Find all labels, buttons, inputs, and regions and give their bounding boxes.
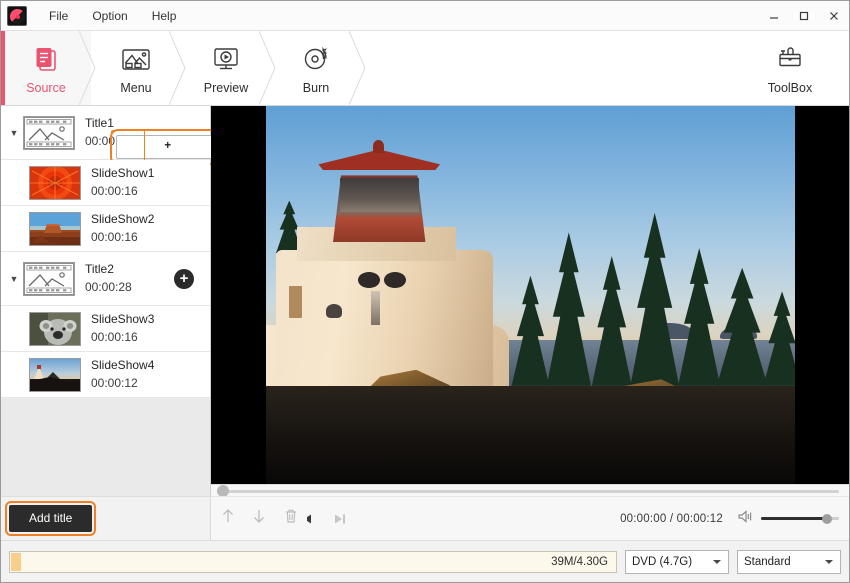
application-window: File Option Help bbox=[0, 0, 850, 583]
speaker-icon[interactable] bbox=[737, 509, 754, 529]
volume-slider-fill bbox=[761, 517, 827, 520]
volume-control[interactable] bbox=[737, 509, 839, 529]
source-sidebar: ▼ Title1 bbox=[1, 106, 211, 540]
title-bar: File Option Help bbox=[1, 1, 849, 31]
list-item-meta: SlideShow1 00:00:16 bbox=[91, 167, 154, 198]
trash-icon[interactable] bbox=[283, 507, 299, 530]
toolbox-icon bbox=[775, 42, 805, 75]
quality-value: Standard bbox=[744, 556, 791, 568]
list-item-slideshow3[interactable]: SlideShow3 00:00:16 bbox=[1, 306, 210, 352]
list-item-name: SlideShow2 bbox=[91, 213, 154, 226]
expand-caret-icon[interactable]: ▼ bbox=[5, 128, 23, 138]
ground-layer bbox=[266, 386, 795, 484]
menu-option[interactable]: Option bbox=[80, 5, 139, 27]
quality-select[interactable]: Standard bbox=[737, 550, 841, 574]
tab-menu[interactable]: Menu bbox=[91, 31, 181, 105]
tab-source[interactable]: Source bbox=[1, 31, 91, 105]
list-item-duration: 00:00:16 bbox=[91, 231, 154, 244]
lantern-glass bbox=[340, 178, 419, 212]
list-item-meta: SlideShow2 00:00:16 bbox=[91, 213, 154, 244]
disc-type-select[interactable]: DVD (4.7G) bbox=[625, 550, 729, 574]
tab-divider-icon bbox=[349, 31, 373, 105]
list-item-name: SlideShow4 bbox=[91, 359, 154, 372]
chevron-down-icon[interactable] bbox=[713, 560, 721, 564]
chevron-down-icon[interactable] bbox=[825, 560, 833, 564]
list-item-slideshow1[interactable]: SlideShow1 00:00:16 bbox=[1, 160, 210, 206]
ribbon-toolbar: Source Menu bbox=[1, 31, 849, 106]
ribbon-tabs: Source Menu bbox=[1, 31, 361, 105]
video-preview[interactable] bbox=[211, 106, 849, 484]
add-chapter-button[interactable]: + bbox=[116, 135, 220, 159]
tab-preview-label: Preview bbox=[204, 81, 248, 95]
tab-preview[interactable]: Preview bbox=[181, 31, 271, 105]
list-item-name: Title2 bbox=[85, 263, 132, 276]
list-item-title2[interactable]: ▼ Title2 bbox=[1, 252, 210, 306]
preview-scrubber[interactable] bbox=[211, 484, 849, 496]
list-item-name: SlideShow1 bbox=[91, 167, 154, 180]
film-placeholder-icon bbox=[23, 116, 75, 150]
disc-capacity-bar: 39M/4.30G bbox=[9, 551, 617, 573]
list-item-duration: 00:00:12 bbox=[91, 377, 154, 390]
monitor-play-icon bbox=[210, 41, 242, 75]
minimize-button[interactable] bbox=[759, 1, 789, 31]
close-button[interactable] bbox=[819, 1, 849, 31]
toolbox-label: ToolBox bbox=[768, 81, 812, 95]
thumbnail-lighthouse bbox=[29, 358, 81, 392]
app-logo-icon bbox=[7, 6, 27, 26]
add-title-button[interactable]: Add title bbox=[9, 505, 92, 532]
next-icon[interactable] bbox=[323, 504, 357, 534]
main-body: ▼ Title1 bbox=[1, 106, 849, 540]
list-item-name: Title1 bbox=[85, 117, 132, 130]
maximize-button[interactable] bbox=[789, 1, 819, 31]
preview-panel: 00:00:00 / 00:00:12 bbox=[211, 106, 849, 540]
list-item-duration: 00:00:16 bbox=[91, 185, 154, 198]
film-placeholder-icon bbox=[23, 262, 75, 296]
disc-type-value: DVD (4.7G) bbox=[632, 556, 692, 568]
volume-slider-handle[interactable] bbox=[822, 514, 832, 524]
disc-burn-icon bbox=[300, 41, 332, 75]
arrow-up-icon[interactable] bbox=[220, 507, 236, 530]
photo-gallery-icon bbox=[120, 41, 152, 75]
list-item-duration: 00:00:28 bbox=[85, 281, 132, 294]
capacity-label: 39M/4.30G bbox=[551, 556, 608, 568]
list-item-duration: 00:00:16 bbox=[91, 331, 154, 344]
expand-caret-icon[interactable]: ▼ bbox=[5, 274, 23, 284]
list-item-name: SlideShow3 bbox=[91, 313, 154, 326]
title-list: ▼ Title1 bbox=[1, 106, 210, 398]
time-display: 00:00:00 / 00:00:12 bbox=[620, 513, 723, 525]
thumbnail-red-flower bbox=[29, 166, 81, 200]
wall-pipe bbox=[371, 291, 379, 325]
menu-file[interactable]: File bbox=[37, 5, 80, 27]
list-item-slideshow4[interactable]: SlideShow4 00:00:12 bbox=[1, 352, 210, 398]
list-item-title1[interactable]: ▼ Title1 bbox=[1, 106, 210, 160]
tower-door bbox=[289, 286, 302, 318]
scrubber-track[interactable] bbox=[221, 490, 839, 493]
list-item-slideshow2[interactable]: SlideShow2 00:00:16 bbox=[1, 206, 210, 252]
arrow-down-icon[interactable] bbox=[251, 507, 267, 530]
list-actions bbox=[212, 496, 307, 540]
tab-burn[interactable]: Burn bbox=[271, 31, 361, 105]
list-item-meta: Title2 00:00:28 bbox=[85, 263, 132, 294]
add-chapter-button[interactable]: + bbox=[174, 269, 194, 289]
window-controls bbox=[759, 1, 849, 31]
tab-source-label: Source bbox=[26, 81, 66, 95]
menu-bar: File Option Help bbox=[37, 5, 188, 27]
tab-menu-label: Menu bbox=[120, 81, 151, 95]
thumbnail-koala bbox=[29, 312, 81, 346]
menu-help[interactable]: Help bbox=[140, 5, 189, 27]
preview-image-lighthouse bbox=[266, 106, 795, 484]
list-item-meta: SlideShow3 00:00:16 bbox=[91, 313, 154, 344]
list-item-meta: SlideShow4 00:00:12 bbox=[91, 359, 154, 390]
document-stack-icon bbox=[31, 41, 61, 75]
status-bar: 39M/4.30G DVD (4.7G) Standard bbox=[1, 540, 849, 582]
tab-burn-label: Burn bbox=[303, 81, 329, 95]
wall-lamp bbox=[326, 304, 342, 317]
lantern-finial bbox=[373, 140, 384, 153]
volume-slider-track[interactable] bbox=[761, 517, 839, 520]
wall-vents-icon bbox=[358, 272, 406, 288]
toolbox-button[interactable]: ToolBox bbox=[747, 31, 833, 105]
capacity-fill bbox=[11, 553, 21, 571]
thumbnail-desert-mesa bbox=[29, 212, 81, 246]
add-title-toolbar: Add title bbox=[1, 496, 211, 540]
